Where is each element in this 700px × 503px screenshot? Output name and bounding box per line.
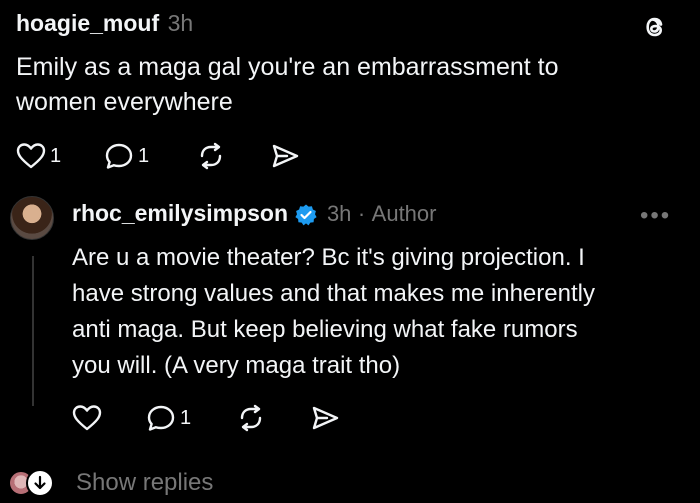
post-like-count: 1 [50, 144, 62, 167]
post-share-button[interactable] [270, 142, 300, 170]
more-options-button[interactable]: ••• [640, 202, 671, 230]
heart-icon [16, 143, 46, 169]
meta-separator: · [357, 201, 366, 226]
reply-reply-button[interactable]: 1 [146, 404, 191, 432]
post-like-button[interactable]: 1 [16, 142, 61, 170]
arrow-down-icon [26, 469, 54, 497]
post-reply-count: 1 [138, 144, 150, 167]
post-time: 3h [167, 10, 194, 36]
post-repost-button[interactable] [196, 142, 226, 170]
reply-username[interactable]: rhoc_emilysimpson [72, 200, 288, 226]
post-text-line: women everywhere [16, 88, 233, 116]
reply-repost-button[interactable] [236, 404, 266, 432]
reply-avatars [8, 469, 56, 497]
reply-text: Are u a movie theater? Bc it's giving pr… [72, 240, 682, 384]
reply-text-line: have strong values and that makes me inh… [72, 280, 595, 307]
reply-time: 3h [326, 201, 352, 226]
show-replies-link[interactable]: Show replies [76, 469, 213, 497]
comment-icon [105, 143, 133, 169]
reply-like-button[interactable] [72, 404, 102, 432]
heart-icon [72, 405, 102, 431]
reply-text-line: anti maga. But keep believing what fake … [72, 316, 578, 343]
thread-line [32, 256, 34, 406]
reply-text-line: you will. (A very maga trait tho) [72, 352, 401, 379]
post-reply-button[interactable]: 1 [104, 142, 149, 170]
verified-badge-icon [295, 204, 318, 226]
repost-icon [200, 142, 222, 170]
post-text: Emily as a maga gal you're an embarrassm… [16, 50, 676, 120]
send-icon [272, 144, 299, 168]
author-badge: Author [371, 201, 437, 226]
send-icon [312, 406, 339, 430]
avatar[interactable] [10, 196, 54, 240]
post-username[interactable]: hoagie_mouf [16, 10, 159, 36]
repost-icon [240, 404, 262, 432]
comment-icon [147, 405, 175, 431]
reply-header: rhoc_emilysimpson 3h · Author [72, 200, 436, 227]
post-header: hoagie_mouf 3h [16, 10, 193, 37]
reply-share-button[interactable] [310, 404, 340, 432]
threads-logo-icon[interactable] [640, 12, 670, 42]
reply-reply-count: 1 [180, 406, 192, 429]
reply-text-line: Are u a movie theater? Bc it's giving pr… [72, 244, 585, 271]
post-text-line: Emily as a maga gal you're an embarrassm… [16, 53, 559, 81]
